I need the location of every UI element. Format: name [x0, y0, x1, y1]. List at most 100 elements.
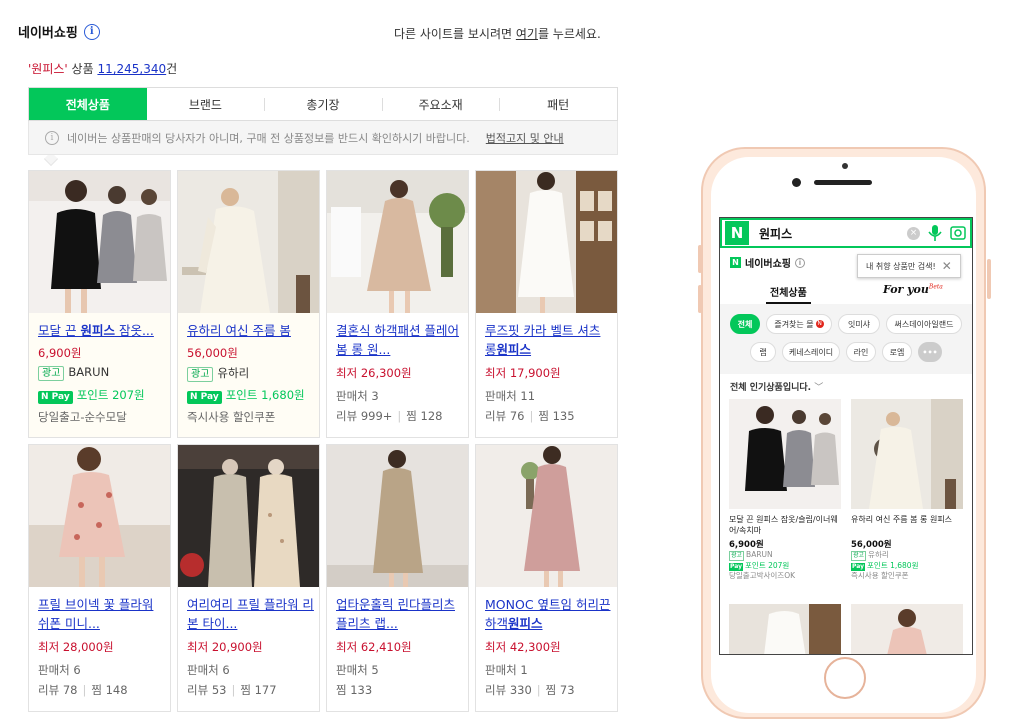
mobile-search-input[interactable]: 원피스 — [759, 225, 907, 242]
mobile-extra-note: 즉시사용 할인쿠폰 — [851, 571, 909, 580]
product-image[interactable] — [29, 445, 170, 587]
product-price: 6,900원 — [38, 346, 82, 360]
page-title: 네이버쇼핑 i — [18, 22, 100, 41]
mobile-product-image[interactable] — [851, 604, 963, 654]
review-count: 리뷰 76 — [485, 409, 525, 423]
product-image[interactable] — [178, 445, 319, 587]
mobile-product-image[interactable] — [729, 399, 841, 509]
wish-count: 찜 128 — [406, 409, 443, 423]
product-card[interactable]: 여리여리 프릴 플라워 리본 타이... 최저 20,900원 판매처 6 리뷰… — [177, 444, 320, 712]
wish-count: 찜 177 — [240, 683, 277, 697]
mobile-product-card[interactable] — [851, 604, 963, 654]
chip-all[interactable]: 전체 — [730, 314, 760, 334]
seller-count: 판매처 5 — [336, 663, 379, 677]
mobile-product-title[interactable]: 모달 끈 원피스 잠옷/슬립/이너웨어/속치마 — [729, 514, 841, 536]
npay-point: 포인트 1,680원 — [225, 388, 305, 402]
product-title[interactable]: 루즈핏 카라 벨트 셔츠 롱원피스 — [485, 321, 613, 359]
tooltip-close-icon[interactable]: ✕ — [942, 259, 952, 273]
count-label: 상품 — [67, 62, 98, 76]
seller-count: 판매처 11 — [485, 389, 536, 403]
mobile-product-card[interactable]: 모달 끈 원피스 잠옷/슬립/이너웨어/속치마 6,900원 광고 BARUN P… — [729, 399, 841, 581]
notice-info-icon: i — [45, 130, 59, 145]
chip-brand[interactable]: 라인 — [846, 342, 876, 362]
tab-pattern[interactable]: 패턴 — [499, 88, 617, 120]
chip-favorite-mall[interactable]: 즐겨찾는 몰N — [766, 314, 832, 334]
wish-count: 찜 148 — [91, 683, 128, 697]
mobile-search-bar[interactable]: N 원피스 × — [720, 218, 972, 248]
ad-badge: 광고 — [187, 367, 214, 382]
tab-length[interactable]: 총기장 — [264, 88, 382, 120]
product-image[interactable] — [29, 171, 170, 313]
product-card[interactable]: 업타운홀릭 린다플리츠 플리츠 랩... 최저 62,410원 판매처 5 찜 … — [326, 444, 469, 712]
count-unit: 건 — [166, 62, 178, 76]
npay-badge: N Pay — [187, 391, 222, 404]
product-image[interactable] — [476, 445, 617, 587]
tab-brand[interactable]: 브랜드 — [147, 88, 265, 120]
review-wish-line: 리뷰 330 | 찜 73 — [485, 683, 575, 697]
phone-side-button — [698, 245, 702, 273]
mobile-tab-all[interactable]: 전체상품 — [766, 284, 811, 304]
mobile-product-price: 6,900원 — [729, 540, 764, 550]
review-wish-line: 리뷰 78 | 찜 148 — [38, 683, 128, 697]
review-count: 리뷰 53 — [187, 683, 227, 697]
legal-link[interactable]: 법적고지 및 안내 — [486, 130, 564, 146]
mobile-product-image[interactable] — [729, 604, 841, 654]
redirect-prefix: 다른 사이트를 보시려면 — [394, 27, 516, 41]
seller-count: 판매처 3 — [336, 389, 379, 403]
tab-all-products[interactable]: 전체상품 — [29, 88, 147, 120]
mobile-tab-foryou[interactable]: For youBeta — [883, 283, 943, 296]
ad-seller-line: 광고 유하리 — [187, 365, 249, 382]
lens-icon[interactable] — [950, 225, 966, 241]
mobile-info-icon[interactable]: i — [795, 257, 805, 268]
wish-line: 찜 133 — [336, 682, 372, 698]
mobile-shop-title: 네이버쇼핑 — [745, 259, 791, 270]
count-link[interactable]: 11,245,340 — [97, 62, 166, 76]
mic-icon[interactable] — [928, 225, 942, 241]
chip-brand[interactable]: 케네스레이디 — [782, 342, 840, 362]
product-title[interactable]: 업타운홀릭 린다플리츠 플리츠 랩... — [336, 595, 464, 633]
product-card[interactable]: 모달 끈 원피스 잠옷... 6,900원 광고 BARUN N Pay 포인트 2… — [28, 170, 171, 438]
product-title[interactable]: 프릴 브이넥 꽃 플라워 쉬폰 미니... — [38, 595, 166, 633]
product-image[interactable] — [178, 171, 319, 313]
seller-count: 판매처 6 — [38, 663, 81, 677]
mobile-product-card[interactable] — [729, 604, 841, 654]
product-card[interactable]: 루즈핏 카라 벨트 셔츠 롱원피스 최저 17,900원 판매처 11 리뷰 7… — [475, 170, 618, 438]
page: 네이버쇼핑 i 다른 사이트를 보시려면 여기를 누르세요. '원피스' 상품 … — [0, 0, 1010, 719]
mobile-ad-line: 광고 BARUN — [729, 550, 773, 561]
title-text: 네이버쇼핑 — [18, 26, 78, 41]
product-title[interactable]: MONOC 옆트임 허리끈 하객원피스 — [485, 595, 613, 633]
clear-icon[interactable]: × — [907, 226, 920, 240]
product-title[interactable]: 여리여리 프릴 플라워 리본 타이... — [187, 595, 315, 633]
mobile-product-card[interactable]: 유하리 여신 주름 봄 롱 원피스 56,000원 광고 유하리 Pay 포인트 1… — [851, 399, 963, 581]
product-image[interactable] — [476, 171, 617, 313]
chip-brand[interactable]: 랩 — [750, 342, 776, 362]
product-image[interactable] — [327, 445, 468, 587]
chip-more[interactable]: ••• — [918, 342, 942, 362]
mobile-product-image[interactable] — [851, 399, 963, 509]
redirect-link[interactable]: 여기 — [516, 27, 538, 41]
product-card[interactable]: 유하리 여신 주름 봄 56,000원 광고 유하리 N Pay 포인트 1,680… — [177, 170, 320, 438]
product-image[interactable] — [327, 171, 468, 313]
mobile-ad-line: 광고 유하리 — [851, 550, 889, 561]
mobile-product-title[interactable]: 유하리 여신 주름 봄 롱 원피스 — [851, 514, 963, 536]
review-wish-line: 리뷰 53 | 찜 177 — [187, 683, 277, 697]
product-price: 56,000원 — [187, 346, 238, 360]
tab-material[interactable]: 주요소재 — [381, 88, 500, 120]
product-card[interactable]: 프릴 브이넥 꽃 플라워 쉬폰 미니... 최저 28,000원 판매처 6 리… — [28, 444, 171, 712]
naver-logo[interactable]: N — [725, 221, 749, 245]
mobile-npay-line: Pay 포인트 1,680원 — [851, 561, 919, 571]
npay-badge: N Pay — [38, 391, 73, 404]
product-title[interactable]: 결혼식 하객패션 플레어 봄 롱 원... — [336, 321, 464, 359]
product-card[interactable]: 결혼식 하객패션 플레어 봄 롱 원... 최저 26,300원 판매처 3 리… — [326, 170, 469, 438]
chip-brand[interactable]: 잇미샤 — [838, 314, 880, 334]
mobile-extra-note: 당일출고박사이즈OK — [729, 571, 796, 580]
chip-brand[interactable]: 써스데이아일랜드 — [886, 314, 962, 334]
info-icon[interactable]: i — [83, 23, 100, 40]
wish-count: 찜 133 — [336, 683, 373, 697]
mobile-product-price: 56,000원 — [851, 540, 892, 550]
chip-brand[interactable]: 로엠 — [882, 342, 912, 362]
phone-mockup: N 원피스 × N 네이버쇼핑 i 내 취향 상품만 검색! ✕ 전체상품 Fo… — [698, 147, 991, 719]
mobile-filter-chips: 전체 즐겨찾는 몰N 잇미샤 써스데이아일랜드 랩 케네스레이디 라인 로엠 •… — [720, 304, 972, 374]
result-count: '원피스' 상품 11,245,340건 — [28, 60, 177, 77]
product-card[interactable]: MONOC 옆트임 허리끈 하객원피스 최저 42,300원 판매처 1 리뷰 … — [475, 444, 618, 712]
